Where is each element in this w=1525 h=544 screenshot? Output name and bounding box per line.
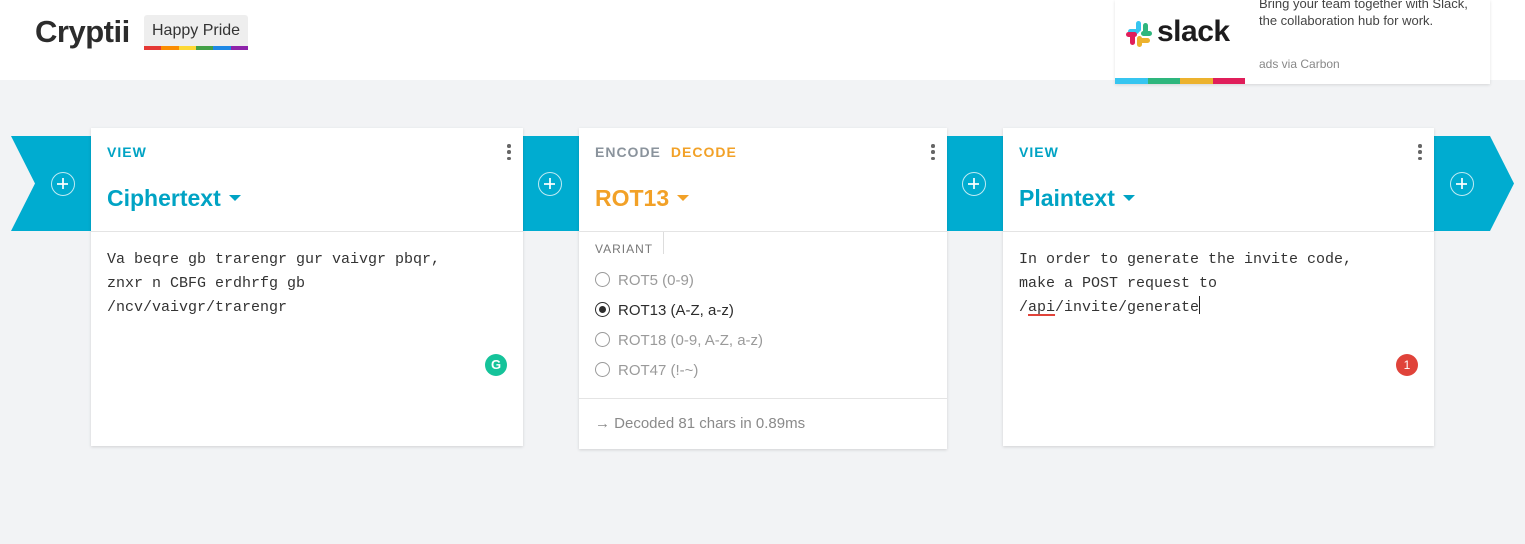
card-header: VIEW Ciphertext (91, 128, 523, 232)
ad-color-stripe (1115, 78, 1245, 84)
viewer-select[interactable]: Ciphertext (107, 185, 241, 212)
plaintext-line: make a POST request to (1019, 275, 1218, 292)
radio-icon (595, 362, 610, 377)
radio-checked-icon (595, 302, 610, 317)
carbon-ad[interactable]: slack Bring your team together with Slac… (1115, 0, 1490, 84)
encoder-select[interactable]: ROT13 (595, 185, 690, 212)
add-brick-icon[interactable] (51, 172, 75, 196)
ad-stripe-segment (1115, 78, 1148, 84)
pride-stripe (230, 46, 249, 50)
pride-badge-label: Happy Pride (152, 22, 241, 39)
radio-icon (595, 272, 610, 287)
encode-label[interactable]: ENCODE (595, 144, 661, 160)
caret-down-icon (677, 194, 690, 201)
add-brick-icon[interactable] (1450, 172, 1474, 196)
ciphertext-card: VIEW Ciphertext Va beqre gb trarengr gur… (91, 128, 523, 446)
pride-stripe (178, 46, 197, 50)
variant-option-rot13[interactable]: ROT13 (A-Z, a-z) (595, 302, 734, 319)
plaintext-textarea[interactable]: In order to generate the invite code, ma… (1019, 248, 1352, 320)
view-label[interactable]: VIEW (1019, 144, 1059, 160)
pride-stripe (144, 46, 162, 50)
decode-status: → Decoded 81 chars in 0.89ms (595, 415, 806, 432)
slack-wordmark: slack (1157, 15, 1230, 48)
variant-option-label: ROT47 (!-~) (618, 362, 699, 379)
viewer-title: Plaintext (1019, 185, 1115, 211)
slack-logo[interactable]: slack (1115, 0, 1245, 84)
plaintext-line: / (1019, 299, 1029, 316)
ad-via-carbon[interactable]: ads via Carbon (1259, 57, 1340, 71)
pride-stripe (161, 46, 179, 50)
slack-icon (1126, 21, 1152, 47)
pride-stripe (196, 46, 214, 50)
plaintext-line: /invite/generate (1055, 299, 1200, 316)
ciphertext-textarea[interactable]: Va beqre gb trarengr gur vaivgr pbqr, zn… (107, 248, 440, 320)
variant-option-label: ROT13 (A-Z, a-z) (618, 302, 734, 319)
plaintext-line: In order to generate the invite code, (1019, 251, 1353, 268)
variant-label: VARIANT (595, 242, 654, 256)
plaintext-card: VIEW Plaintext In order to generate the … (1003, 128, 1434, 446)
ad-text[interactable]: Bring your team together with Slack, the… (1259, 0, 1484, 29)
more-vert-icon[interactable] (1418, 144, 1422, 160)
rot13-card: ENCODE DECODE ROT13 VARIANT ROT5 (0-9) RO… (579, 128, 947, 449)
pride-rainbow-bar (144, 46, 249, 50)
ad-stripe-segment (1147, 78, 1180, 84)
app-logo[interactable]: Cryptii (35, 14, 130, 50)
pride-badge[interactable]: Happy Pride (144, 15, 249, 50)
encoder-title: ROT13 (595, 185, 670, 211)
variant-option-label: ROT5 (0-9) (618, 272, 694, 289)
encode-decode-toggle[interactable]: ENCODE DECODE (595, 144, 737, 160)
variant-option-rot47[interactable]: ROT47 (!-~) (595, 362, 698, 379)
radio-icon (595, 332, 610, 347)
caret-down-icon (228, 194, 241, 201)
caret-down-icon (1122, 194, 1135, 201)
pride-stripe (213, 46, 231, 50)
spelling-flag[interactable]: api (1028, 299, 1055, 316)
view-label[interactable]: VIEW (107, 144, 147, 160)
variant-option-rot5[interactable]: ROT5 (0-9) (595, 272, 694, 289)
decode-label[interactable]: DECODE (671, 144, 737, 160)
error-count-badge[interactable]: 1 (1396, 354, 1418, 376)
more-vert-icon[interactable] (931, 144, 935, 160)
variant-option-rot18[interactable]: ROT18 (0-9, A-Z, a-z) (595, 332, 763, 349)
status-divider (579, 398, 947, 399)
grammarly-icon[interactable]: G (485, 354, 507, 376)
add-brick-icon[interactable] (538, 172, 562, 196)
ad-stripe-segment (1212, 78, 1245, 84)
variant-divider (663, 232, 664, 254)
variant-option-label: ROT18 (0-9, A-Z, a-z) (618, 332, 764, 349)
card-header: ENCODE DECODE ROT13 (579, 128, 947, 232)
viewer-title: Ciphertext (107, 185, 221, 211)
ad-stripe-segment (1180, 78, 1213, 84)
text-cursor (1199, 296, 1201, 314)
card-header: VIEW Plaintext (1003, 128, 1434, 232)
more-vert-icon[interactable] (507, 144, 511, 160)
viewer-select[interactable]: Plaintext (1019, 185, 1135, 212)
add-brick-icon[interactable] (962, 172, 986, 196)
